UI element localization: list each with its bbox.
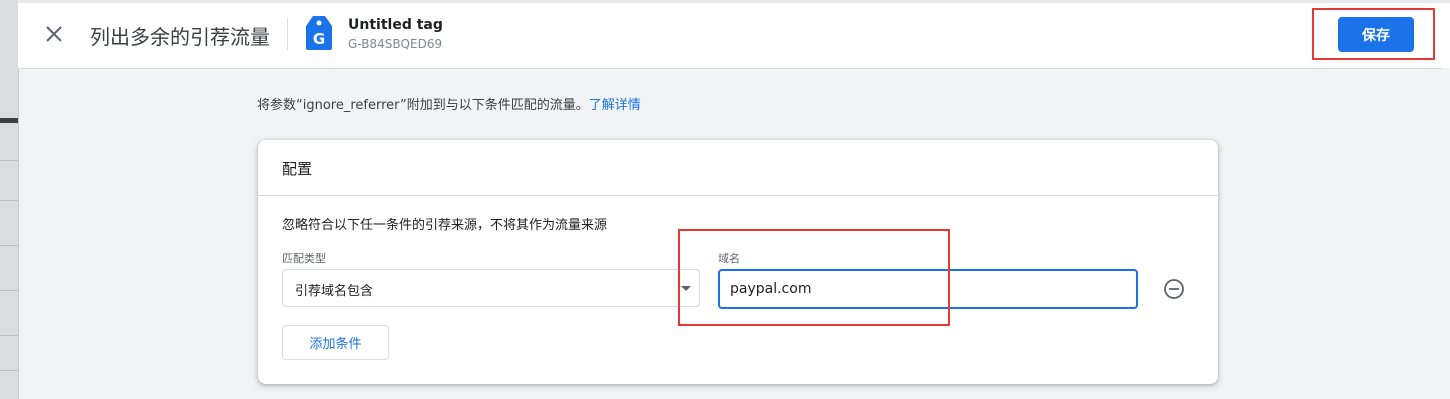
tag-name: Untitled tag	[348, 17, 443, 33]
add-condition-button[interactable]: 添加条件	[282, 325, 389, 360]
learn-more-link[interactable]: 了解详情	[589, 98, 641, 113]
page-title: 列出多余的引荐流量	[90, 25, 270, 49]
background-panel-strip	[0, 0, 19, 399]
remove-circle-icon[interactable]	[1163, 278, 1185, 300]
highlight-box-save	[1312, 8, 1435, 60]
svg-text:G: G	[313, 30, 325, 48]
scrollbar-track[interactable]	[1442, 68, 1450, 399]
card-header: 配置	[258, 140, 1218, 196]
match-type-select[interactable]: 引荐域名包含	[282, 269, 700, 307]
header-bar: 列出多余的引荐流量 G Untitled tag G-B84SBQED69	[18, 0, 1450, 69]
description-body: 将参数“ignore_referrer”附加到与以下条件匹配的流量。	[257, 98, 589, 113]
title-divider	[287, 18, 288, 50]
match-type-label: 匹配类型	[282, 252, 326, 265]
description-text: 将参数“ignore_referrer”附加到与以下条件匹配的流量。了解详情	[257, 94, 641, 113]
close-icon[interactable]	[42, 22, 66, 46]
tag-id: G-B84SBQED69	[348, 37, 443, 51]
highlight-box-domain	[678, 229, 950, 326]
card-title: 配置	[282, 160, 313, 178]
card-subtitle: 忽略符合以下任一条件的引荐来源，不将其作为流量来源	[282, 218, 608, 233]
tag-icon: G	[304, 14, 334, 52]
match-type-value: 引荐域名包含	[295, 284, 374, 299]
